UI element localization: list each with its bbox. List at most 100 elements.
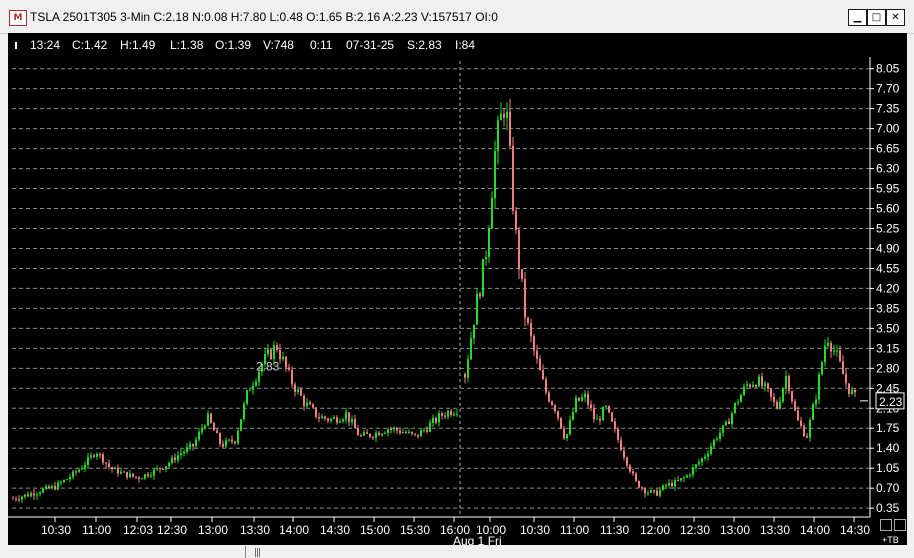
maximize-icon[interactable]: □ bbox=[867, 9, 886, 26]
candle-body-down bbox=[366, 432, 368, 434]
candle-body-up bbox=[429, 422, 431, 432]
candle-body-up bbox=[698, 462, 700, 465]
candle-body-down bbox=[560, 417, 562, 429]
candle-body-up bbox=[267, 349, 269, 354]
candle-body-down bbox=[324, 416, 326, 419]
candle-body-down bbox=[372, 436, 374, 438]
candle-body-up bbox=[731, 412, 733, 425]
candle-body-up bbox=[605, 405, 607, 408]
candle-body-up bbox=[225, 440, 227, 447]
price-chart[interactable]: 8.05 7.70 7.35 7.00 6.65 6.30 5.95 5.60 5.25 4.90… bbox=[8, 33, 907, 545]
candle-body-down bbox=[641, 487, 643, 489]
candle-body-up bbox=[141, 478, 143, 480]
candle-body-up bbox=[330, 418, 332, 421]
candle-body-down bbox=[378, 432, 380, 436]
candle-body-down bbox=[797, 410, 799, 421]
candle-body-up bbox=[695, 464, 697, 468]
candle-body-up bbox=[129, 473, 131, 478]
candle-body-up bbox=[165, 466, 167, 470]
candle-body-up bbox=[719, 432, 721, 439]
candle-body-up bbox=[716, 438, 718, 440]
candle-body-up bbox=[45, 486, 47, 489]
candle-body-up bbox=[713, 439, 715, 447]
y-tick-label: 5.60 bbox=[876, 202, 900, 216]
candle-body-down bbox=[512, 145, 514, 211]
candle-body-down bbox=[524, 279, 526, 318]
candle-body-up bbox=[494, 150, 496, 199]
candle-body-up bbox=[180, 453, 182, 456]
x-tick-label: 10:30 bbox=[520, 523, 550, 537]
y-tick-label: 2.80 bbox=[876, 361, 900, 375]
candle-body-up bbox=[482, 259, 484, 297]
y-tick-label: 4.90 bbox=[876, 241, 900, 255]
candle-body-up bbox=[782, 388, 784, 402]
candle-body-up bbox=[575, 397, 577, 413]
scroll-grip-icon[interactable]: ||| bbox=[254, 548, 261, 558]
candle-body-down bbox=[213, 422, 215, 431]
candle-body-down bbox=[620, 439, 622, 451]
candle-body-up bbox=[456, 413, 458, 415]
candle-body-down bbox=[444, 415, 446, 417]
close-icon[interactable]: ✕ bbox=[886, 9, 905, 26]
candle-body-up bbox=[809, 419, 811, 438]
candle-body-down bbox=[147, 474, 149, 477]
candle-body-down bbox=[749, 384, 751, 387]
x-tick-label: 12:30 bbox=[157, 523, 187, 537]
candle-body-down bbox=[111, 467, 113, 470]
chart-app-icon[interactable]: M bbox=[9, 10, 27, 26]
candle-body-up bbox=[114, 467, 116, 470]
candle-body-up bbox=[84, 464, 86, 469]
candle-body-up bbox=[78, 469, 80, 472]
candle-body-up bbox=[249, 389, 251, 391]
candle-body-down bbox=[479, 293, 481, 297]
candle-body-up bbox=[683, 477, 685, 479]
x-tick-label: 14:30 bbox=[840, 523, 870, 537]
candle-body-down bbox=[599, 418, 601, 421]
candle-body-down bbox=[318, 417, 320, 419]
candle-body-down bbox=[521, 269, 523, 280]
candle-body-up bbox=[252, 385, 254, 390]
x-tick-label: 11:30 bbox=[600, 523, 629, 537]
candle-body-down bbox=[755, 384, 757, 387]
candle-body-up bbox=[704, 456, 706, 459]
candle-body-down bbox=[417, 434, 419, 437]
candle-body-down bbox=[174, 457, 176, 461]
candle-body-up bbox=[467, 359, 469, 378]
toolbar-toggle[interactable]: +TB bbox=[882, 535, 899, 545]
candle-body-up bbox=[779, 401, 781, 409]
candle-body-down bbox=[626, 457, 628, 466]
candle-body-down bbox=[503, 113, 505, 118]
x-tick-label: 15:30 bbox=[400, 523, 430, 537]
candle-body-up bbox=[39, 492, 41, 495]
candle-body-up bbox=[204, 425, 206, 429]
candle-body-up bbox=[447, 411, 449, 417]
x-tick-label: 13:00 bbox=[198, 523, 228, 537]
candle-body-down bbox=[396, 428, 398, 431]
candle-body-down bbox=[18, 499, 20, 501]
candle-body-up bbox=[333, 417, 335, 419]
candle-body-up bbox=[812, 404, 814, 420]
chart-panel[interactable]: 13:24 C:1.42 H:1.49 L:1.38 O:1.39 V:748 … bbox=[8, 33, 907, 545]
zoom-in-icon[interactable] bbox=[894, 519, 906, 531]
candle-body-up bbox=[737, 402, 739, 404]
scroll-bar[interactable] bbox=[0, 545, 914, 558]
candle-body-up bbox=[438, 413, 440, 423]
candle-body-up bbox=[183, 451, 185, 454]
candle-body-down bbox=[611, 412, 613, 422]
minimize-icon[interactable]: ▁ bbox=[848, 9, 867, 26]
zoom-out-icon[interactable] bbox=[880, 519, 892, 531]
candle-body-down bbox=[27, 494, 29, 497]
y-tick-label: 7.00 bbox=[876, 122, 900, 136]
candle-body-down bbox=[776, 401, 778, 409]
candle-body-down bbox=[303, 395, 305, 407]
candle-body-up bbox=[662, 485, 664, 490]
x-tick-label: 11:00 bbox=[560, 523, 589, 537]
candle-body-up bbox=[785, 376, 787, 389]
candle-body-up bbox=[375, 432, 377, 438]
candle-body-up bbox=[596, 418, 598, 420]
candle-body-down bbox=[411, 431, 413, 434]
x-tick-label: 13:00 bbox=[720, 523, 750, 537]
candle-body-down bbox=[557, 411, 559, 418]
candle-body-down bbox=[75, 471, 77, 473]
candle-body-down bbox=[327, 418, 329, 421]
